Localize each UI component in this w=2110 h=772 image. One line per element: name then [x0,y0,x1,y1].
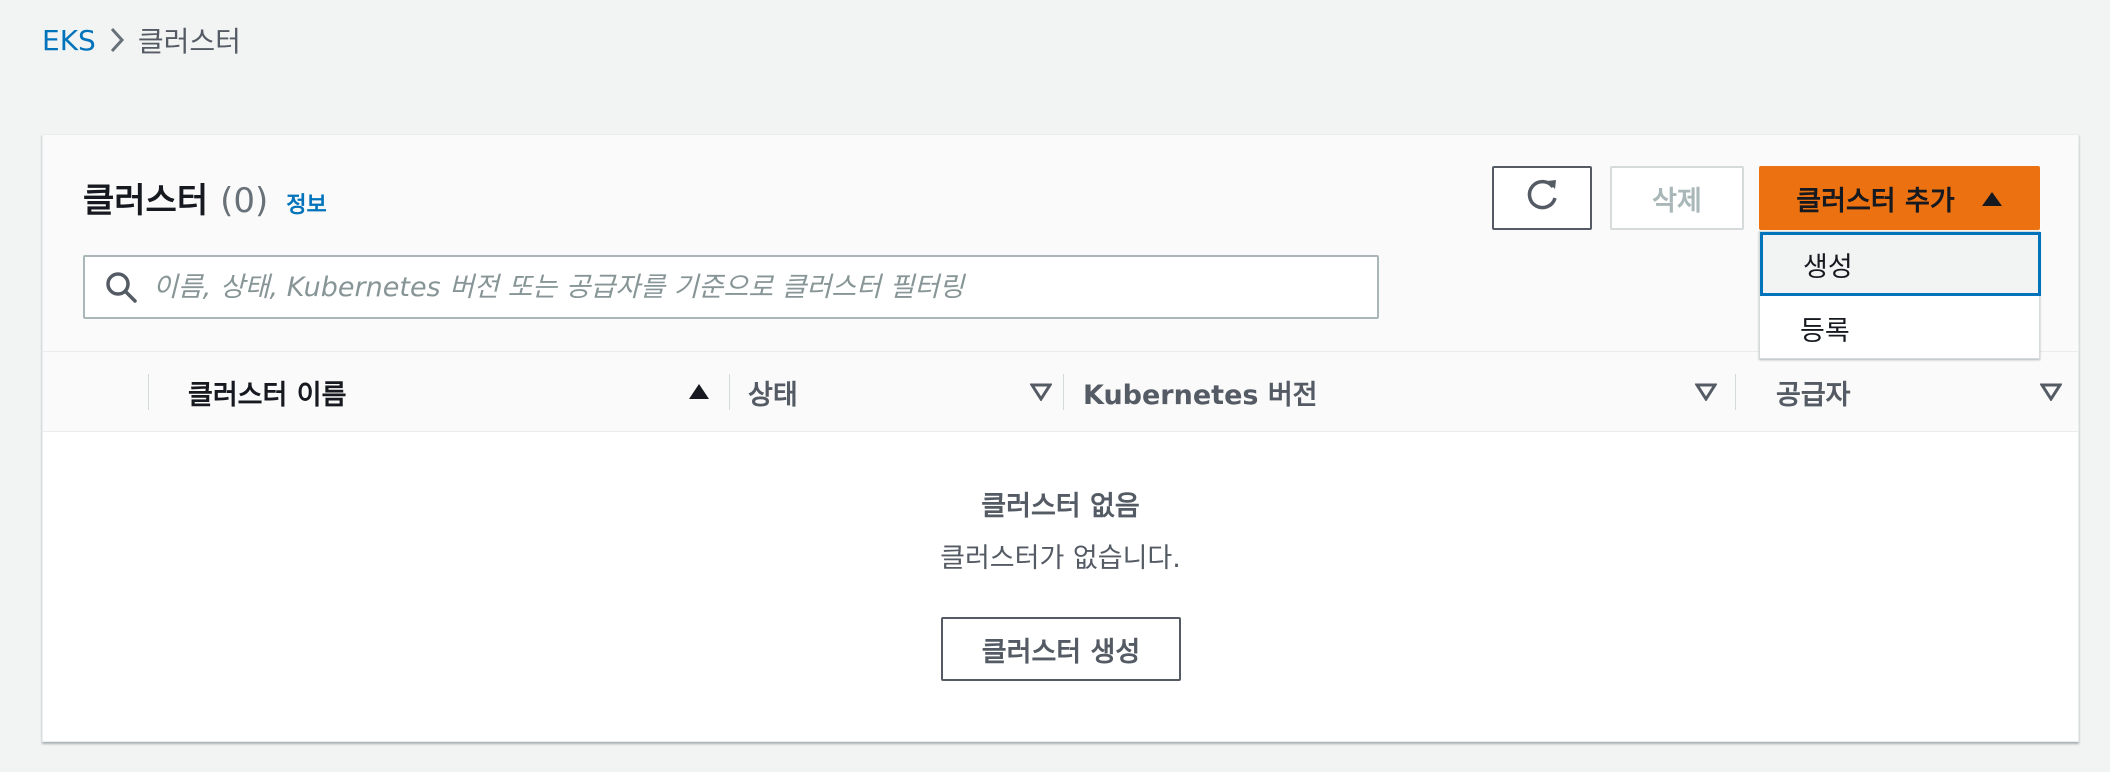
breadcrumb-current: 클러스터 [137,25,241,58]
delete-button[interactable]: 삭제 [1610,166,1744,230]
caret-up-icon [1981,183,2003,214]
clusters-container: 클러스터 (0) 정보 삭제 클러스터 추가 [42,134,2079,742]
add-cluster-button[interactable]: 클러스터 추가 [1759,166,2040,230]
empty-state-title: 클러스터 없음 [981,491,1140,522]
column-divider [729,374,730,410]
refresh-icon [1523,177,1561,219]
column-label: 클러스터 이름 [188,379,347,411]
menu-item-register[interactable]: 등록 [1760,296,2041,360]
column-label: 상태 [748,379,798,411]
cluster-count: (0) [220,181,269,221]
table-header: 클러스터 이름 상태 Kubernetes 버전 공급자 [43,352,2078,432]
chevron-right-icon [96,20,138,60]
sort-descending-icon [2040,383,2062,401]
column-divider [1063,374,1064,410]
breadcrumb-eks-link[interactable]: EKS [42,24,96,57]
column-header-provider[interactable]: 공급자 [1732,352,2062,432]
create-cluster-button[interactable]: 클러스터 생성 [941,617,1181,681]
info-link[interactable]: 정보 [286,187,326,219]
clusters-header: 클러스터 (0) 정보 삭제 클러스터 추가 [43,135,2078,359]
sort-descending-icon [1030,383,1052,401]
column-label: 공급자 [1776,379,1851,411]
sort-ascending-icon [688,383,710,401]
column-header-kubernetes-version[interactable]: Kubernetes 버전 [1073,352,1717,432]
sort-descending-icon [1695,383,1717,401]
empty-state: 클러스터 없음 클러스터가 없습니다. 클러스터 생성 [43,432,2078,742]
menu-item-create[interactable]: 생성 [1760,232,2041,296]
breadcrumb: EKS 클러스터 [42,20,241,60]
search-input[interactable] [151,259,1377,315]
search-icon [91,257,151,317]
column-header-name[interactable]: 클러스터 이름 [148,352,710,432]
column-label: Kubernetes 버전 [1083,379,1318,411]
add-cluster-menu: 생성 등록 [1759,231,2041,360]
add-cluster-label: 클러스터 추가 [1796,185,1955,217]
empty-state-description: 클러스터가 없습니다. [940,543,1181,574]
refresh-button[interactable] [1492,166,1592,230]
search-field[interactable] [83,255,1379,319]
page-title: 클러스터 (0) 정보 [83,173,327,222]
column-header-status[interactable]: 상태 [740,352,1052,432]
page-title-text: 클러스터 [83,181,209,221]
